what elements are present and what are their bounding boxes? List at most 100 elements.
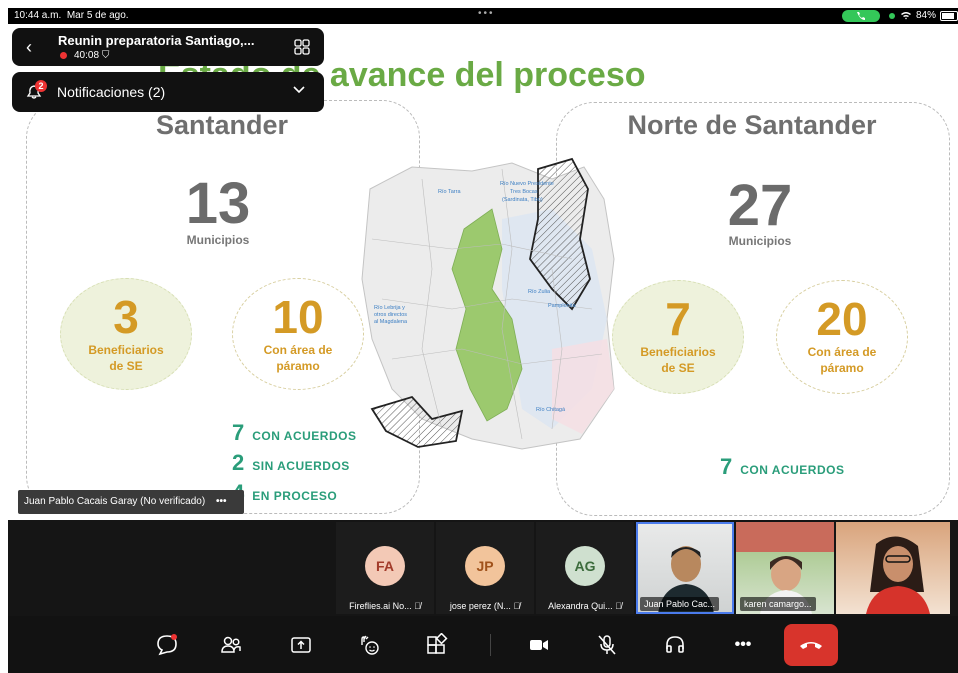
map-label: Río Lebrija y [374, 305, 405, 311]
participant-tile[interactable]: AG Alexandra Qui... 🎙̸ [536, 522, 634, 614]
avatar: JP [465, 546, 505, 586]
share-icon [291, 637, 311, 653]
participant-video-tile[interactable]: karen camargo... [736, 522, 834, 614]
beneficiarios-label-1: Beneficiarios [640, 345, 716, 359]
leave-meeting-button[interactable] [784, 624, 838, 666]
participant-name: karen camargo... [740, 597, 816, 611]
participant-strip: FA Fireflies.ai No... 🎙̸ JP jose perez (… [8, 520, 958, 616]
hang-up-icon [800, 642, 822, 649]
participant-tile[interactable]: FA Fireflies.ai No... 🎙̸ [336, 522, 434, 614]
beneficiarios-count: 3 [113, 291, 139, 343]
participants-button[interactable] [214, 628, 248, 662]
participant-name: jose perez (N... [449, 601, 511, 611]
dot-icon [889, 12, 895, 19]
municipios-count: 13 [185, 171, 251, 236]
mic-muted-icon: 🎙̸ [615, 601, 622, 611]
phone-icon [857, 12, 865, 20]
map-label: Pamplonita [548, 303, 576, 309]
beneficiarios-circle: 3 Beneficiarios de SE [60, 278, 192, 390]
avatar: FA [365, 546, 405, 586]
region-title-norte-santander: Norte de Santander [627, 110, 877, 140]
grid-view-icon[interactable] [294, 39, 310, 55]
paramo-label-1: Con área de [263, 343, 333, 357]
paramo-count: 10 [272, 291, 324, 343]
microphone-button[interactable] [590, 628, 624, 662]
paramo-label-2: páramo [276, 359, 320, 373]
meeting-header: ‹ Reunin preparatoria Santiago,... 40:08… [12, 28, 324, 66]
chat-button[interactable] [150, 628, 184, 662]
presenter-name: Juan Pablo Cacais Garay (No verificado) [24, 496, 206, 507]
more-icon: ••• [734, 636, 752, 653]
presenter-name-chip[interactable]: Juan Pablo Cacais Garay (No verificado) … [18, 490, 244, 514]
paramo-label-2: páramo [820, 361, 864, 375]
recording-icon [60, 52, 67, 59]
participant-video-tile[interactable]: Juan Pablo Cac... [636, 522, 734, 614]
toolbar-divider [490, 634, 491, 656]
more-button[interactable]: ••• [726, 628, 760, 662]
notifications-dropdown[interactable]: 2 Notificaciones (2) [12, 72, 324, 112]
participants-icon [221, 636, 241, 653]
map-label: otros directos [374, 312, 407, 318]
battery-icon [940, 10, 958, 21]
stat-value: 7 [720, 454, 733, 479]
clock-time: 10:44 a.m. [14, 10, 62, 21]
paramo-circle: 20 Con área de páramo [776, 280, 908, 394]
back-chevron-icon[interactable]: ‹ [26, 37, 32, 58]
stat-label: EN PROCESO [252, 489, 338, 503]
apps-icon [427, 633, 448, 654]
stat-con-acuerdos: 7 CON ACUERDOS [720, 454, 844, 480]
beneficiarios-count: 7 [665, 293, 691, 345]
chat-icon [157, 634, 177, 656]
notification-count-badge: 2 [35, 80, 47, 92]
map-label: al Magdalena [374, 319, 408, 325]
paramo-label-1: Con área de [807, 345, 877, 359]
mic-muted-icon: 🎙̸ [414, 601, 421, 611]
meeting-window: 10:44 a.m. Mar 5 de ago. ••• 84% Estado … [8, 8, 958, 673]
mic-muted-icon: 🎙̸ [513, 601, 521, 611]
reactions-button[interactable] [352, 628, 386, 662]
map-label: Río Zulia [528, 289, 551, 295]
region-title-santander: Santander [155, 110, 289, 140]
participant-name: Alexandra Qui... [548, 601, 613, 611]
meeting-timer: 40:08 [74, 50, 100, 61]
municipios-label: Municipios [186, 233, 250, 247]
share-screen-button[interactable] [284, 628, 318, 662]
shield-icon: ⛉ [101, 50, 110, 61]
beneficiarios-label-2: de SE [661, 361, 695, 375]
camera-button[interactable] [522, 628, 556, 662]
audio-button[interactable] [658, 628, 692, 662]
paramo-circle: 10 Con área de páramo [232, 278, 364, 390]
stat-value: 7 [232, 420, 245, 445]
stat-label: SIN ACUERDOS [252, 459, 350, 473]
reactions-icon [361, 635, 379, 655]
wifi-icon [901, 12, 911, 20]
multitask-dots-icon[interactable]: ••• [478, 8, 495, 19]
meeting-toolbar: ••• [8, 616, 958, 673]
stat-en-proceso: 4 EN PROCESO [232, 480, 337, 506]
stat-con-acuerdos: 7 CON ACUERDOS [232, 420, 356, 446]
municipios-count: 27 [727, 173, 793, 238]
stat-label: CON ACUERDOS [252, 429, 357, 443]
chevron-down-icon [293, 86, 305, 94]
more-icon[interactable]: ••• [216, 496, 227, 507]
beneficiarios-circle: 7 Beneficiarios de SE [612, 280, 744, 394]
participant-video [866, 536, 930, 614]
participant-name: Juan Pablo Cac... [640, 597, 720, 611]
map-label: Río Tarra [438, 189, 461, 195]
participant-tile[interactable]: JP jose perez (N... 🎙̸ [436, 522, 534, 614]
headphones-icon [666, 636, 684, 653]
municipios-label: Municipios [728, 234, 792, 248]
camera-icon [530, 640, 548, 650]
map-label: (Sardinata, Tibú) [502, 197, 543, 203]
apps-button[interactable] [420, 628, 454, 662]
stat-label: CON ACUERDOS [740, 463, 845, 477]
map-label: Tres Bocas [510, 189, 538, 195]
map-label: Río Chitagá [536, 407, 566, 413]
avatar: AG [565, 546, 605, 586]
active-call-pill[interactable] [842, 10, 880, 22]
stat-sin-acuerdos: 2 SIN ACUERDOS [232, 450, 350, 476]
stat-value: 2 [232, 450, 245, 475]
participant-video-tile[interactable] [836, 522, 950, 614]
paramo-count: 20 [816, 293, 868, 345]
beneficiarios-label-2: de SE [109, 359, 143, 373]
